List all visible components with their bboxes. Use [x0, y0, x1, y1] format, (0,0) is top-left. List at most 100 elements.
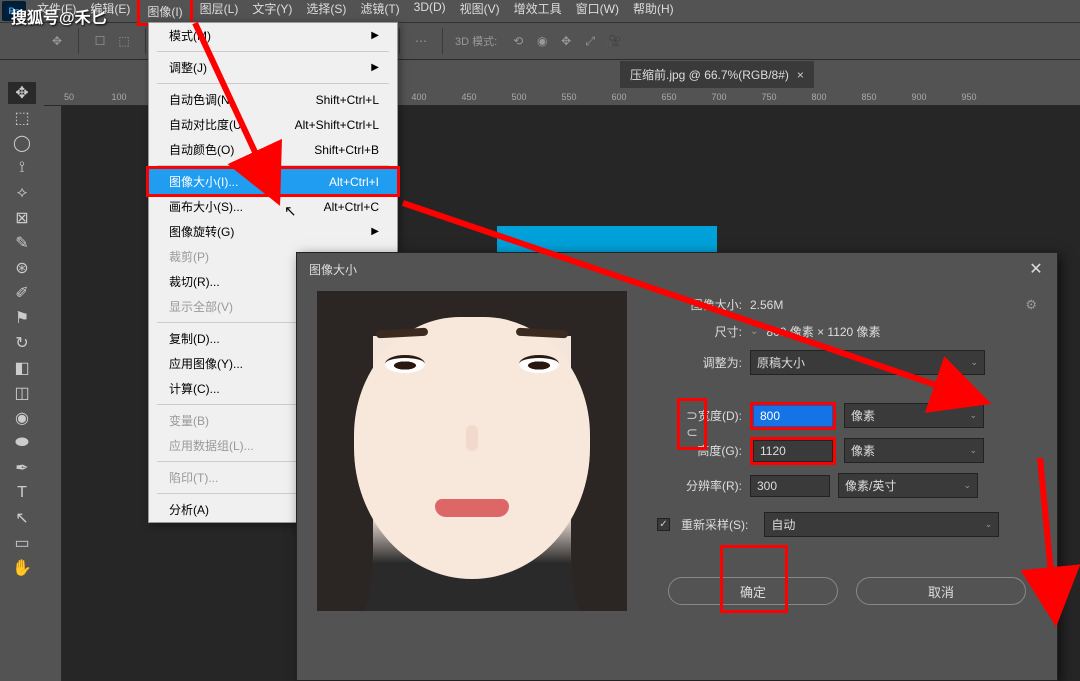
fit-to-label: 调整为:: [657, 354, 742, 371]
menu-bar: Ps 文件(F)编辑(E)图像(I)图层(L)文字(Y)选择(S)滤镜(T)3D…: [0, 0, 1080, 22]
dodge-tool-icon[interactable]: ⬬: [8, 432, 36, 454]
ruler-tick: 100: [94, 92, 144, 102]
file-tab-label: 压缩前.jpg @ 66.7%(RGB/8#): [630, 66, 789, 83]
menu-dropdown-item[interactable]: 自动对比度(U)Alt+Shift+Ctrl+L: [149, 112, 397, 137]
height-field[interactable]: [753, 440, 833, 462]
image-size-value: 2.56M: [750, 298, 783, 312]
menu-dropdown-item[interactable]: 调整(J)▶: [149, 55, 397, 80]
path-tool-icon[interactable]: ↖: [8, 507, 36, 529]
clone-tool-icon[interactable]: ⚑: [8, 307, 36, 329]
chevron-down-icon: ⌄: [969, 445, 977, 456]
ruler-tick: 800: [794, 92, 844, 102]
menu-item[interactable]: 帮助(H): [626, 0, 681, 26]
file-tab[interactable]: 压缩前.jpg @ 66.7%(RGB/8#) ×: [620, 60, 814, 88]
ruler-tick: 850: [844, 92, 894, 102]
left-toolbar: ✥ ⬚ ◯ ⟟ ⟡ ⊠ ✎ ⊛ ✐ ⚑ ↻ ◧ ◫ ◉ ⬬ ✒ T ↖ ▭ ✋: [0, 60, 44, 681]
dimensions-value: 800 像素 × 1120 像素: [766, 323, 880, 340]
chevron-down-icon: ⌄: [970, 357, 978, 368]
fit-to-select[interactable]: 原稿大小 ⌄: [750, 350, 985, 375]
menu-item[interactable]: 窗口(W): [569, 0, 626, 26]
move-tool-indicator-icon: ✥: [48, 32, 66, 50]
width-highlight-box: [750, 402, 836, 430]
pen-tool-icon[interactable]: ✒: [8, 457, 36, 479]
ok-highlight-box: [720, 545, 788, 613]
pan-3d-icon[interactable]: ✥: [557, 32, 575, 50]
dialog-title: 图像大小: [309, 261, 357, 278]
move-tool-icon[interactable]: ✥: [8, 82, 36, 104]
eraser-tool-icon[interactable]: ◧: [8, 357, 36, 379]
quick-select-tool-icon[interactable]: ⟟: [8, 157, 36, 179]
brush-tool-icon[interactable]: ✐: [8, 282, 36, 304]
healing-tool-icon[interactable]: ⊛: [8, 257, 36, 279]
slide-3d-icon[interactable]: ⤢: [581, 32, 599, 50]
close-tab-icon[interactable]: ×: [797, 68, 804, 82]
ruler-tick: 700: [694, 92, 744, 102]
eyedropper-tool-icon[interactable]: ✎: [8, 232, 36, 254]
submenu-arrow-icon: ▶: [371, 226, 379, 237]
menu-dropdown-item[interactable]: 自动色调(N)Shift+Ctrl+L: [149, 87, 397, 112]
height-highlight-box: [750, 437, 836, 465]
height-unit-select[interactable]: 像素 ⌄: [844, 438, 984, 463]
ruler-tick: 750: [744, 92, 794, 102]
autoselect-icon[interactable]: ☐: [91, 32, 109, 50]
gear-icon[interactable]: ⚙: [1025, 297, 1037, 313]
menu-item[interactable]: 增效工具: [507, 0, 569, 26]
resample-select[interactable]: 自动 ⌄: [764, 512, 999, 537]
mode3d-buttons: ⟲ ◉ ✥ ⤢ 🎥: [509, 32, 623, 50]
image-size-dialog: 图像大小 ✕ 图像大小: 2.56M ⚙: [296, 252, 1058, 681]
ruler-tick: 500: [494, 92, 544, 102]
ruler-tick: 900: [894, 92, 944, 102]
menu-dropdown-item[interactable]: 画布大小(S)...Alt+Ctrl+C: [149, 194, 397, 219]
ruler-tick: 450: [444, 92, 494, 102]
ruler-tick: 950: [944, 92, 994, 102]
type-tool-icon[interactable]: T: [8, 482, 36, 504]
lasso-tool-icon[interactable]: ◯: [8, 132, 36, 154]
gradient-tool-icon[interactable]: ◫: [8, 382, 36, 404]
ruler-tick: 550: [544, 92, 594, 102]
menu-dropdown-item[interactable]: 模式(M)▶: [149, 23, 397, 48]
zoom-3d-icon[interactable]: 🎥: [605, 32, 623, 50]
close-icon[interactable]: ✕: [1027, 260, 1045, 278]
preview-thumbnail: [317, 291, 627, 611]
menu-item[interactable]: 3D(D): [407, 0, 453, 26]
ruler-tick: 600: [594, 92, 644, 102]
menu-dropdown-item[interactable]: 图像旋转(G)▶: [149, 219, 397, 244]
link-icon[interactable]: ⊃⊂: [686, 407, 698, 441]
width-unit-select[interactable]: 像素 ⌄: [844, 403, 984, 428]
roll-3d-icon[interactable]: ◉: [533, 32, 551, 50]
watermark-text: 搜狐号@禾匕: [11, 4, 107, 28]
menu-dropdown-item[interactable]: 图像大小(I)...Alt+Ctrl+I: [146, 166, 400, 197]
submenu-arrow-icon: ▶: [371, 62, 379, 73]
rect-tool-icon[interactable]: ▭: [8, 532, 36, 554]
vertical-ruler: [44, 106, 62, 681]
dialog-titlebar: 图像大小 ✕: [297, 253, 1057, 285]
menu-separator: [157, 83, 389, 84]
menu-dropdown-item[interactable]: 自动颜色(O)Shift+Ctrl+B: [149, 137, 397, 162]
constrain-proportions-highlight: ⊃⊂: [677, 398, 707, 450]
more-icon[interactable]: ⋯: [412, 32, 430, 50]
chevron-down-icon[interactable]: ⌄: [750, 326, 758, 337]
cancel-button[interactable]: 取消: [856, 577, 1026, 605]
marquee-tool-icon[interactable]: ⬚: [8, 107, 36, 129]
width-field[interactable]: [753, 405, 833, 427]
frame-tool-icon[interactable]: ⊠: [8, 207, 36, 229]
mode3d-label: 3D 模式:: [455, 33, 497, 49]
chevron-down-icon: ⌄: [985, 519, 993, 530]
ruler-tick: 50: [44, 92, 94, 102]
crop-tool-icon[interactable]: ⟡: [8, 182, 36, 204]
dimensions-label: 尺寸:: [657, 323, 742, 340]
resolution-unit-select[interactable]: 像素/英寸 ⌄: [838, 473, 978, 498]
transform-controls-icon[interactable]: ⬚: [115, 32, 133, 50]
resolution-label: 分辨率(R):: [657, 477, 742, 494]
chevron-down-icon: ⌄: [969, 410, 977, 421]
hand-tool-icon[interactable]: ✋: [8, 557, 36, 579]
menu-item[interactable]: 视图(V): [453, 0, 507, 26]
ruler-tick: 650: [644, 92, 694, 102]
resolution-field[interactable]: [750, 475, 830, 497]
history-brush-tool-icon[interactable]: ↻: [8, 332, 36, 354]
menu-separator: [157, 51, 389, 52]
blur-tool-icon[interactable]: ◉: [8, 407, 36, 429]
resample-label: 重新采样(S):: [681, 516, 748, 533]
resample-checkbox[interactable]: ✓: [657, 518, 670, 531]
orbit-3d-icon[interactable]: ⟲: [509, 32, 527, 50]
